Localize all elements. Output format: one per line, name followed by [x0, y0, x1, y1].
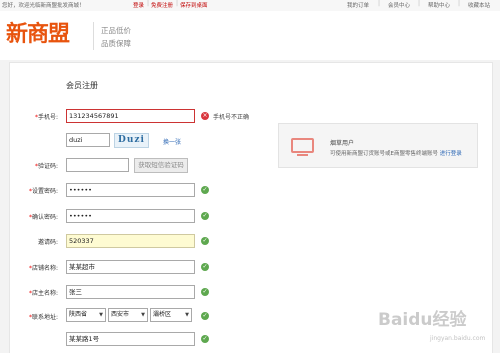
store-name-input[interactable]: 某某超市: [66, 260, 195, 274]
site-logo[interactable]: 新商盟: [6, 23, 70, 45]
tobacco-user-desc: 可使用新商盟订货账号或E商盟零售终端账号 进行登录: [330, 151, 462, 157]
separator: |: [418, 0, 421, 7]
register-link[interactable]: 免费注册: [151, 1, 173, 9]
save-desktop-link[interactable]: 保存到桌面: [180, 1, 208, 9]
invite-code-label: 邀请码:: [37, 239, 58, 246]
confirm-password-label: *确认密码:: [28, 214, 58, 221]
city-value: 西安市: [111, 311, 130, 318]
login-now-link[interactable]: 进行登录: [440, 151, 462, 157]
welcome-text: 您好，欢迎光临新商盟批发商城！: [2, 3, 85, 9]
nav-member-center[interactable]: 会员中心: [388, 1, 410, 9]
city-select[interactable]: 西安市 ▼: [108, 308, 148, 322]
check-icon: ✓: [201, 263, 209, 271]
page-title: 会员注册: [66, 81, 98, 90]
check-icon: ✓: [201, 237, 209, 245]
check-icon: ✓: [201, 186, 209, 194]
nav-help-center[interactable]: 帮助中心: [428, 1, 450, 9]
header-divider: [93, 22, 94, 50]
street-address-input[interactable]: 某某路1号: [66, 332, 195, 346]
sms-code-input[interactable]: [66, 158, 129, 172]
captcha-image[interactable]: Duzi: [114, 133, 149, 148]
chevron-down-icon: ▼: [185, 312, 189, 318]
nav-my-orders[interactable]: 我的订单: [347, 1, 369, 9]
monitor-icon: [291, 138, 314, 156]
chevron-down-icon: ▼: [99, 312, 103, 318]
get-sms-code-button[interactable]: 获取短信验证码: [134, 158, 188, 173]
check-icon: ✓: [201, 288, 209, 296]
refresh-captcha-link[interactable]: 换一张: [163, 137, 181, 146]
check-icon: ✓: [201, 312, 209, 320]
site-header: [0, 11, 500, 60]
province-select[interactable]: 陕西省 ▼: [66, 308, 106, 322]
error-icon: ×: [201, 112, 209, 120]
phone-label: *手机号:: [34, 114, 58, 121]
address-label: *联系地址:: [28, 314, 58, 321]
district-value: 灞桥区: [153, 311, 172, 318]
separator: |: [147, 0, 150, 7]
captcha-input[interactable]: duzi: [66, 133, 110, 147]
tobacco-user-title: 烟草用户: [330, 140, 355, 147]
watermark-logo: Baidu经验: [378, 310, 467, 330]
check-icon: ✓: [201, 212, 209, 220]
province-value: 陕西省: [69, 311, 88, 318]
password-label: *设置密码:: [28, 188, 58, 195]
store-name-label: *店铺名称:: [28, 265, 58, 272]
password-input[interactable]: ••••••: [66, 183, 195, 197]
owner-name-label: *店主名称:: [28, 290, 58, 297]
separator: |: [176, 0, 179, 7]
nav-favorite[interactable]: 收藏本站: [468, 1, 490, 9]
slogan-line-2: 品质保障: [101, 39, 131, 48]
confirm-password-input[interactable]: ••••••: [66, 209, 195, 223]
check-icon: ✓: [201, 335, 209, 343]
tobacco-user-box: 烟草用户 可使用新商盟订货账号或E商盟零售终端账号 进行登录: [278, 123, 478, 168]
district-select[interactable]: 灞桥区 ▼: [150, 308, 192, 322]
chevron-down-icon: ▼: [141, 312, 145, 318]
login-link[interactable]: 登录: [133, 1, 144, 9]
owner-name-input[interactable]: 张三: [66, 285, 195, 299]
slogan-line-1: 正品低价: [101, 26, 131, 35]
separator: |: [458, 0, 461, 7]
invite-code-input[interactable]: 520337: [66, 234, 195, 248]
separator: |: [378, 0, 381, 7]
watermark-url: jingyan.baidu.com: [430, 335, 486, 342]
phone-input[interactable]: 131234567891: [66, 109, 195, 123]
sms-code-label: *验证码:: [34, 163, 58, 170]
phone-error-text: 手机号不正确: [213, 114, 250, 121]
